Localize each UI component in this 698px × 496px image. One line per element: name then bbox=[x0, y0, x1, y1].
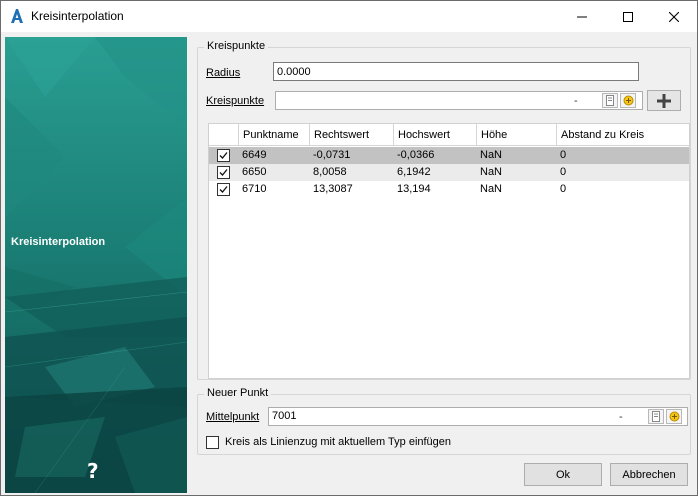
cell-abstand: 0 bbox=[560, 149, 567, 161]
mittelpunkt-label-text: Mittelpunkt bbox=[206, 411, 260, 423]
mittelpunkt-combo[interactable]: 7001 - bbox=[268, 407, 688, 426]
radius-input[interactable] bbox=[273, 62, 639, 81]
table-row[interactable]: 6710 13,3087 13,194 NaN 0 bbox=[209, 181, 689, 198]
cell-punktname: 6710 bbox=[242, 183, 267, 195]
pick-point-button[interactable] bbox=[620, 93, 636, 108]
column-header-punktname[interactable]: Punktname bbox=[238, 124, 309, 145]
cell-hoehe: NaN bbox=[480, 183, 503, 195]
polyline-checkbox-label: Kreis als Linienzug mit aktuellem Typ ei… bbox=[225, 436, 452, 448]
window-title: Kreisinterpolation bbox=[31, 9, 124, 23]
mittelpunkt-combo-dash: - bbox=[619, 411, 623, 423]
radius-label: Radius bbox=[206, 67, 240, 79]
cancel-button[interactable]: Abbrechen bbox=[610, 463, 688, 486]
title-bar: Kreisinterpolation bbox=[1, 1, 697, 32]
column-header-rechtswert[interactable]: Rechtswert bbox=[309, 124, 393, 145]
autocad-a-icon bbox=[11, 9, 23, 23]
cell-hoehe: NaN bbox=[480, 166, 503, 178]
points-grid[interactable]: Punktname Rechtswert Hochswert Höhe Abst… bbox=[208, 123, 690, 379]
grid-header: Punktname Rechtswert Hochswert Höhe Abst… bbox=[209, 124, 689, 146]
maximize-button[interactable] bbox=[605, 1, 651, 32]
checkmark-icon bbox=[219, 169, 228, 176]
pick-point-icon bbox=[669, 411, 679, 422]
close-icon bbox=[669, 11, 679, 22]
radius-label-text: Radius bbox=[206, 67, 241, 79]
cell-punktname: 6649 bbox=[242, 149, 267, 161]
polyline-option[interactable]: Kreis als Linienzug mit aktuellem Typ ei… bbox=[206, 435, 451, 449]
cell-abstand: 0 bbox=[560, 166, 567, 178]
column-header-abstand[interactable]: Abstand zu Kreis bbox=[556, 124, 689, 145]
cell-punktname: 6650 bbox=[242, 166, 267, 178]
polyline-checkbox[interactable] bbox=[206, 435, 219, 449]
list-icon bbox=[606, 95, 614, 106]
checkmark-icon bbox=[219, 152, 228, 159]
cell-hochswert: 13,194 bbox=[397, 183, 431, 195]
mittelpunkt-label: Mittelpunkt bbox=[206, 411, 259, 423]
neuer-punkt-group-legend: Neuer Punkt bbox=[204, 387, 272, 399]
row-checkbox[interactable] bbox=[217, 183, 230, 196]
checkmark-icon bbox=[219, 186, 228, 193]
landscape-image bbox=[5, 37, 187, 493]
cell-abstand: 0 bbox=[560, 183, 567, 195]
pick-point-icon bbox=[623, 95, 633, 106]
kreispunkte-group-legend: Kreispunkte bbox=[204, 40, 269, 52]
list-icon bbox=[652, 411, 660, 422]
cell-rechtswert: -0,0731 bbox=[313, 149, 351, 161]
mittelpunkt-combo-value: 7001 bbox=[272, 410, 297, 422]
plus-icon bbox=[657, 93, 671, 108]
table-row[interactable]: 6650 8,0058 6,1942 NaN 0 bbox=[209, 164, 689, 181]
kreispunkte-label: Kreispunkte bbox=[206, 95, 264, 107]
side-banner: Kreisinterpolation ? bbox=[5, 37, 187, 493]
column-header-hoehe[interactable]: Höhe bbox=[476, 124, 556, 145]
ok-button[interactable]: Ok bbox=[524, 463, 602, 486]
dialog-window: Kreisinterpolation Kreisinterpolation ? … bbox=[0, 0, 698, 496]
column-header-hochswert[interactable]: Hochswert bbox=[393, 124, 476, 145]
mittelpunkt-pick-point-button[interactable] bbox=[666, 409, 682, 424]
content-panel: Kreispunkte Radius Kreispunkte - Punktna… bbox=[187, 37, 695, 461]
cell-hoehe: NaN bbox=[480, 149, 503, 161]
close-button[interactable] bbox=[651, 1, 697, 32]
cell-hochswert: -0,0366 bbox=[397, 149, 435, 161]
cell-hochswert: 6,1942 bbox=[397, 166, 431, 178]
banner-title: Kreisinterpolation bbox=[11, 236, 106, 248]
cell-rechtswert: 13,3087 bbox=[313, 183, 353, 195]
mittelpunkt-pick-list-button[interactable] bbox=[648, 409, 664, 424]
minimize-icon bbox=[577, 16, 587, 17]
kreispunkte-label-text: Kreispunkte bbox=[206, 95, 265, 107]
cell-rechtswert: 8,0058 bbox=[313, 166, 347, 178]
kreispunkte-combo[interactable]: - bbox=[275, 91, 643, 110]
row-checkbox[interactable] bbox=[217, 149, 230, 162]
minimize-button[interactable] bbox=[559, 1, 605, 32]
help-icon[interactable]: ? bbox=[87, 459, 99, 483]
row-checkbox[interactable] bbox=[217, 166, 230, 179]
maximize-icon bbox=[623, 11, 633, 22]
add-point-button[interactable] bbox=[647, 90, 681, 111]
pick-list-button[interactable] bbox=[602, 93, 618, 108]
kreispunkte-combo-dash: - bbox=[574, 95, 578, 107]
table-row[interactable]: 6649 -0,0731 -0,0366 NaN 0 bbox=[209, 147, 689, 164]
